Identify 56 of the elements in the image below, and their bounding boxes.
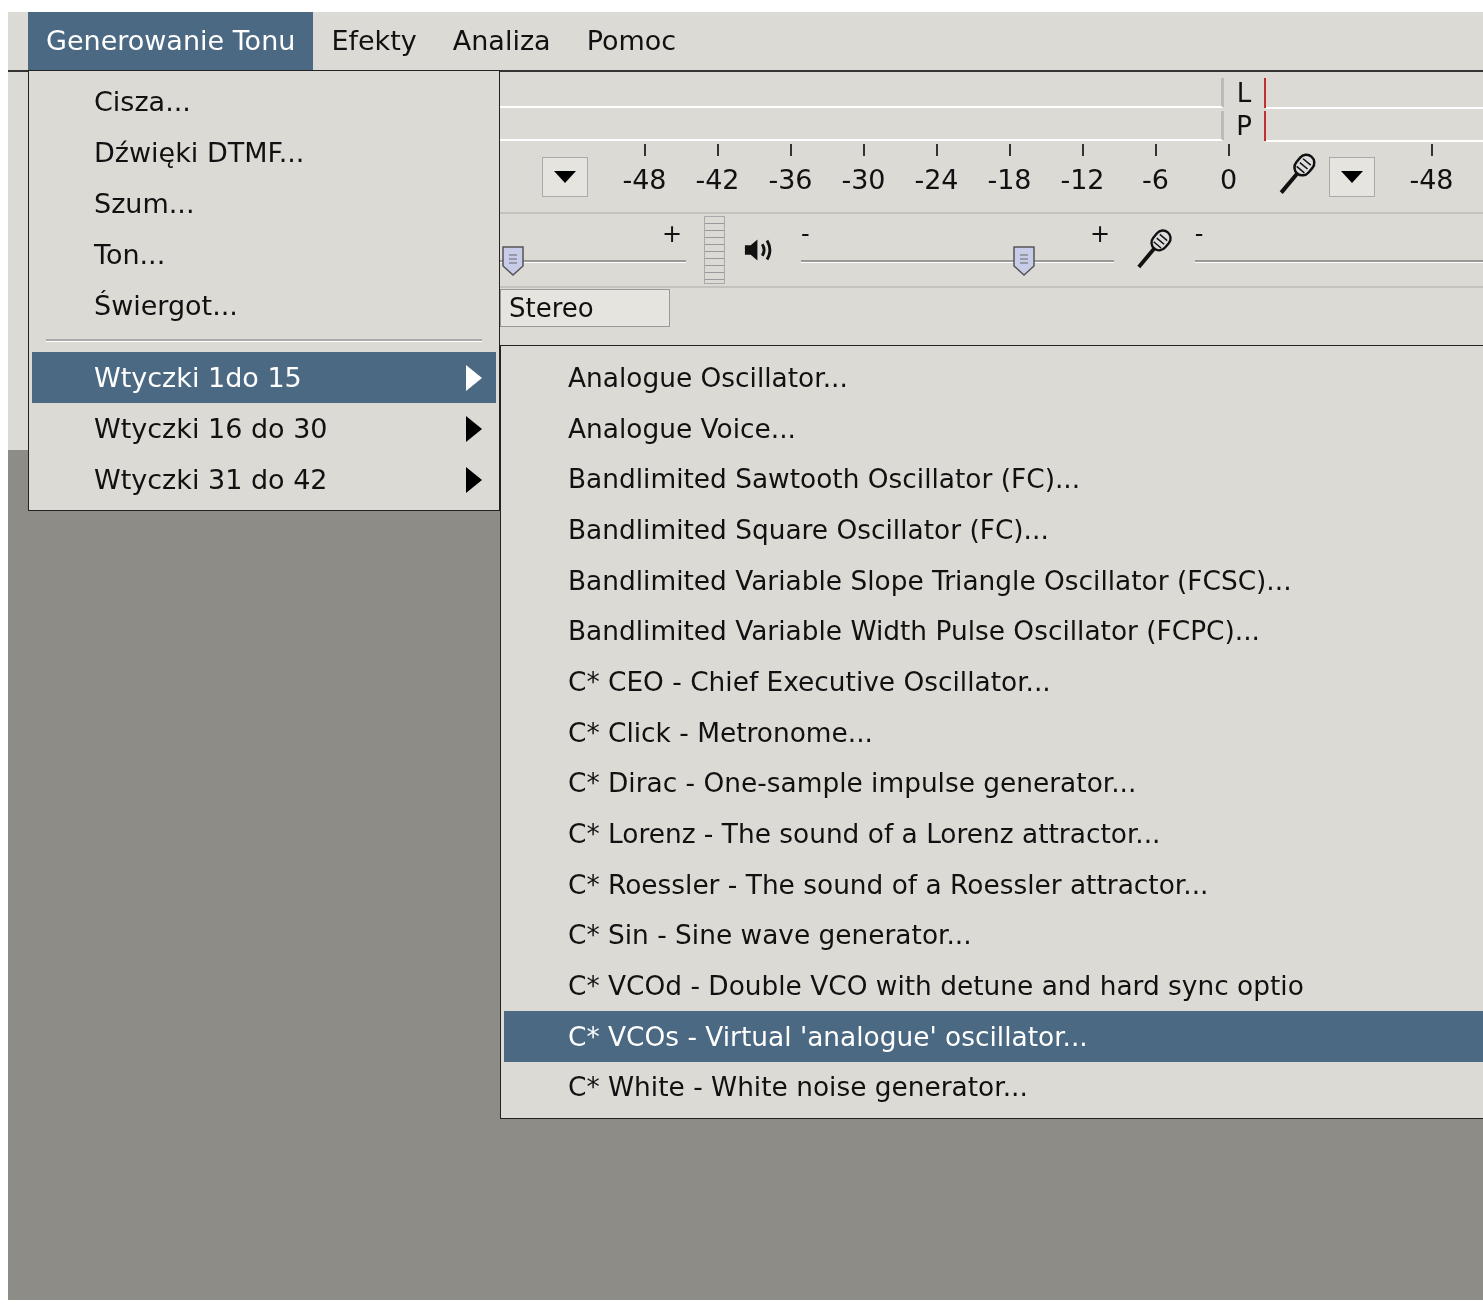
menu-item[interactable]: Bandlimited Square Oscillator (FC)... [504,504,1483,555]
caret-icon [1341,171,1363,183]
scale-label: -48 [1409,164,1454,195]
channel-label: P [1235,110,1253,141]
submenu-item[interactable]: Wtyczki 1do 15 [32,352,496,403]
menu-item[interactable]: C* VCOd - Double VCO with detune and hard sync optio [504,960,1483,1011]
plus-label: + [661,220,682,248]
minus-label: - [1194,220,1204,248]
caret-icon [554,171,576,183]
menu-item[interactable]: C* White - White noise generator... [504,1061,1483,1113]
menu-item[interactable]: Bandlimited Variable Width Pulse Oscillator (FCPC)... [504,605,1483,657]
dropdown-button[interactable] [1329,157,1375,197]
menu-item[interactable]: Cisza... [32,76,496,127]
meter-marker [1264,77,1266,108]
menu-bar-item[interactable]: Generowanie Tonu [28,12,314,70]
submenu-arrow-icon [466,415,482,442]
scale-label: -42 [695,164,740,195]
menu-item[interactable]: Szum... [32,178,496,229]
menu-item[interactable]: Analogue Oscillator... [504,352,1483,403]
volume-thumb[interactable] [1013,246,1036,276]
submenu-item[interactable]: Wtyczki 31 do 42 [32,454,496,505]
menu-item[interactable]: Ton... [32,229,496,280]
submenu-item[interactable]: Wtyczki 16 do 30 [32,403,496,454]
scale-label: -12 [1060,164,1105,195]
scale-label: -48 [622,164,667,195]
scale-label: 0 [1219,164,1238,195]
scale-label: -30 [841,164,886,195]
meter-marker [1264,110,1266,141]
channels-combo[interactable]: Stereo [500,289,670,327]
menu-item[interactable]: Bandlimited Variable Slope Triangle Oscillator (FCSC)... [504,554,1483,606]
menu-bar-item[interactable]: Efekty [313,12,435,70]
scale-label: -24 [914,164,959,195]
toolbar-grip[interactable] [704,216,726,284]
slider-thumb[interactable] [501,246,524,276]
submenu-arrow-icon [466,466,482,493]
menu-item[interactable]: Bandlimited Sawtooth Oscillator (FC)... [504,453,1483,505]
scale-label: -36 [768,164,813,195]
menu-item[interactable]: C* Roessler - The sound of a Roessler attractor... [504,858,1483,910]
plus-label: + [1089,220,1111,248]
menu-bar-item[interactable]: Analiza [434,12,569,70]
scale-label: -6 [1142,164,1169,195]
scale-label: -18 [987,164,1032,195]
menu-item[interactable]: Dźwięki DTMF... [32,127,496,178]
menu-bar-item[interactable]: Pomoc [568,12,695,70]
channel-label: L [1235,77,1253,108]
menu-item[interactable]: C* VCOs - Virtual 'analogue' oscillator... [504,1010,1483,1062]
dropdown-button[interactable] [542,157,588,197]
menu-item[interactable]: C* Lorenz - The sound of a Lorenz attractor... [504,808,1483,859]
menu-item[interactable]: Analogue Voice... [504,402,1483,454]
menu-item[interactable]: Świergot... [32,280,496,331]
minus-label: - [800,220,810,248]
submenu-arrow-icon [466,364,482,391]
menu-item[interactable]: C* Sin - Sine wave generator... [504,909,1483,961]
menu-item[interactable]: C* Click - Metronome... [504,706,1483,758]
menu-item[interactable]: C* CEO - Chief Executive Oscillator... [504,656,1483,707]
menu-item[interactable]: C* Dirac - One-sample impulse generator... [504,757,1483,809]
